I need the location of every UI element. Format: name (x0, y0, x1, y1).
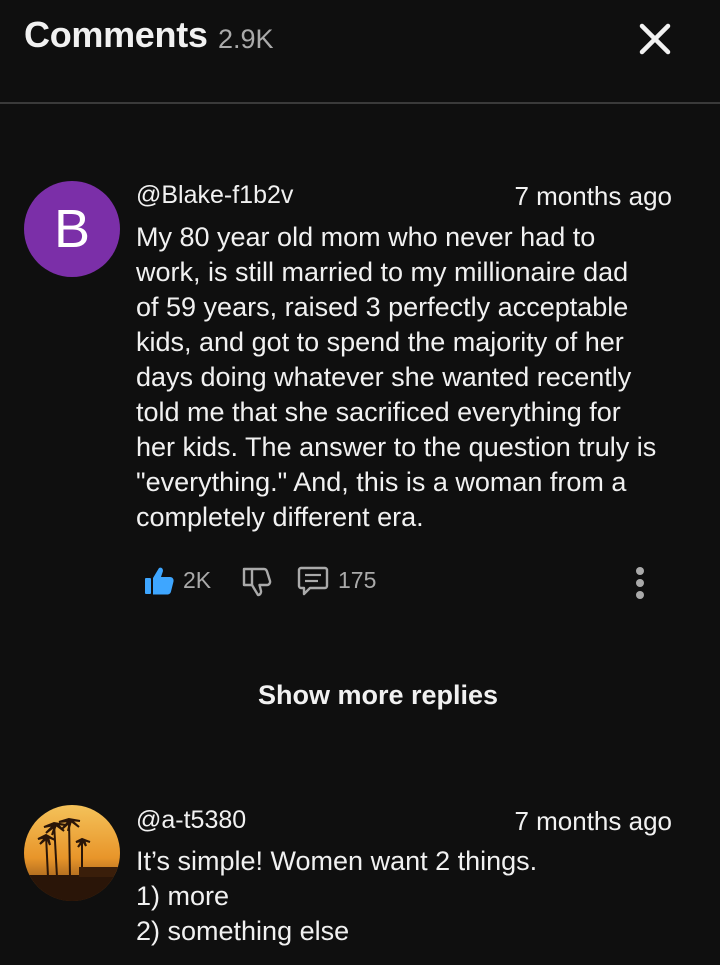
avatar[interactable]: B (24, 181, 120, 277)
comment-line: My 80 year old mom who never had to (136, 222, 596, 252)
comment-line: 2) something else (136, 916, 350, 946)
comment-line: It’s simple! Women want 2 things. (136, 846, 538, 876)
comment-time: 7 months ago (514, 181, 672, 211)
header-title: Comments (24, 14, 208, 55)
comment-line: kids, and got to spend the majority of h… (136, 327, 624, 357)
dislike-button[interactable] (240, 564, 274, 598)
avatar-image (24, 805, 120, 901)
comments-header: Comments 2.9K (0, 0, 720, 104)
comment-line: her kids. The answer to the question tru… (136, 432, 657, 462)
like-count: 2K (183, 567, 212, 593)
comment-line: told me that she sacrificed everything f… (136, 397, 621, 427)
reply-icon (297, 566, 329, 596)
comment-text: It’s simple! Women want 2 things. 1) mor… (136, 844, 686, 949)
comment-line: work, is still married to my millionaire… (136, 257, 629, 287)
comment-line: completely different era. (136, 502, 424, 532)
comment-time: 7 months ago (514, 806, 672, 836)
avatar[interactable] (24, 805, 120, 901)
thumbs-up-icon (145, 567, 174, 595)
like-button[interactable] (142, 564, 176, 598)
reply-count: 175 (338, 567, 377, 593)
comment-line: 1) more (136, 881, 230, 911)
comment-line: days doing whatever she wanted recently (136, 362, 632, 392)
show-more-replies-button[interactable]: Show more replies (0, 680, 720, 711)
more-options-button[interactable] (626, 564, 654, 602)
comment-count: 2.9K (218, 24, 274, 54)
reply-button[interactable] (296, 564, 330, 598)
close-button[interactable] (632, 16, 678, 62)
comment-author[interactable]: @a-t5380 (136, 806, 246, 835)
close-icon (639, 23, 671, 55)
comment-line: of 59 years, raised 3 perfectly acceptab… (136, 292, 629, 322)
comment-actions: 2K 175 (136, 562, 696, 602)
comment-line: "everything." And, this is a woman from … (136, 467, 627, 497)
comment-text: My 80 year old mom who never had to work… (136, 220, 686, 535)
thumbs-down-icon (242, 567, 272, 597)
more-vert-icon (626, 567, 654, 599)
comment-author[interactable]: @Blake-f1b2v (136, 181, 293, 210)
comments-panel: Comments 2.9K B @Blake-f1b2v 7 months ag… (0, 0, 720, 965)
